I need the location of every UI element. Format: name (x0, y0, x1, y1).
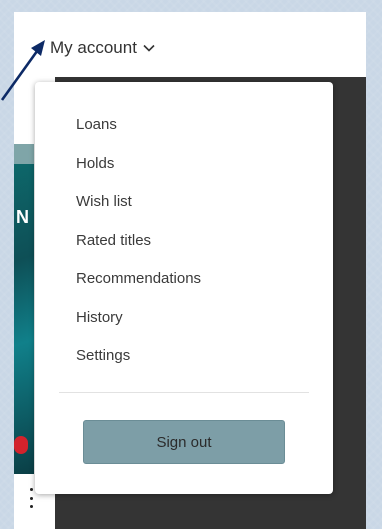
menu-item-recommendations[interactable]: Recommendations (76, 268, 201, 307)
menu-divider (59, 392, 309, 393)
my-account-button[interactable]: My account (50, 38, 155, 58)
book-cover-thumbnail[interactable] (14, 144, 34, 474)
book-cover-top-strip (14, 144, 34, 164)
chevron-down-icon (143, 44, 155, 52)
account-dropdown-menu: Loans Holds Wish list Rated titles Recom… (35, 82, 333, 494)
top-bar: My account (14, 12, 366, 77)
account-menu-list: Loans Holds Wish list Rated titles Recom… (76, 114, 201, 384)
annotation-arrow-icon (0, 40, 45, 101)
menu-item-wish-list[interactable]: Wish list (76, 191, 201, 230)
my-account-label: My account (50, 38, 137, 57)
book-cover-letter: N (16, 207, 29, 227)
menu-item-loans[interactable]: Loans (76, 114, 201, 153)
menu-item-history[interactable]: History (76, 307, 201, 346)
menu-item-settings[interactable]: Settings (76, 345, 201, 384)
menu-item-holds[interactable]: Holds (76, 153, 201, 192)
more-options-icon[interactable] (29, 488, 34, 508)
sign-out-button[interactable]: Sign out (83, 420, 285, 464)
menu-item-rated-titles[interactable]: Rated titles (76, 230, 201, 269)
book-cover-badge (14, 436, 28, 454)
